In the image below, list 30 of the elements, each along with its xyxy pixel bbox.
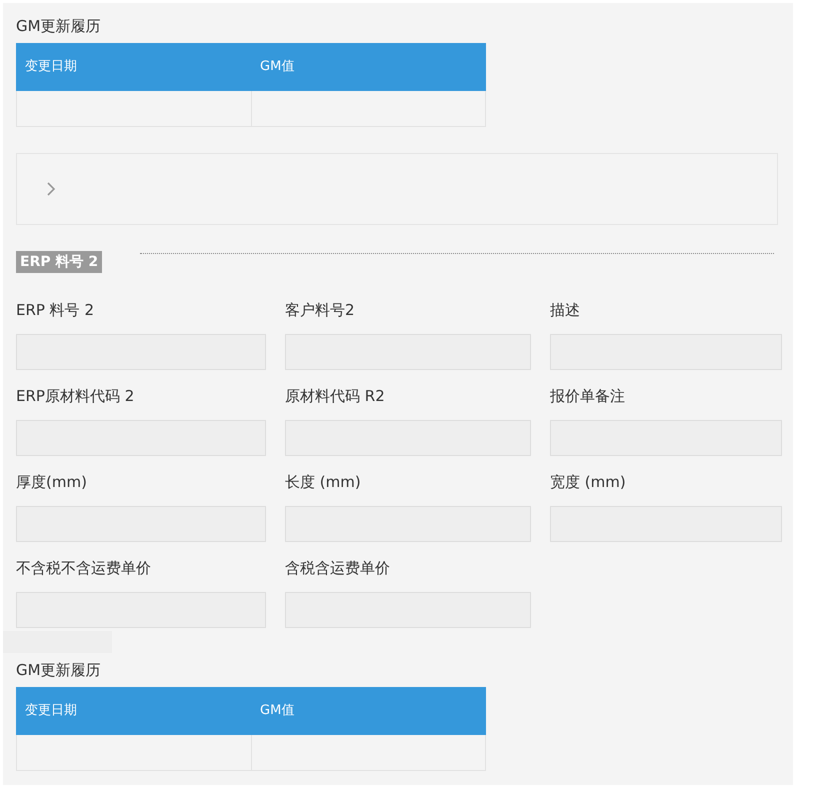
input-field[interactable] <box>16 420 266 456</box>
column-header: 变更日期 <box>24 58 78 76</box>
input-field[interactable] <box>285 334 531 370</box>
input-field[interactable] <box>285 420 531 456</box>
input-field[interactable] <box>285 506 531 542</box>
field-label: 报价单备注 <box>550 386 626 407</box>
field-label: 不含税不含运费单价 <box>16 558 152 579</box>
input-field[interactable] <box>16 334 266 370</box>
chevron-right-icon[interactable] <box>46 181 56 197</box>
input-field[interactable] <box>550 420 782 456</box>
field-label: 含税含运费单价 <box>285 558 391 579</box>
section-title: GM更新履历 <box>16 16 102 37</box>
input-field[interactable] <box>550 334 782 370</box>
section-title: GM更新履历 <box>16 660 102 681</box>
input-field[interactable] <box>16 592 266 628</box>
column-header: GM值 <box>259 58 296 76</box>
field-label: 原材料代码 R2 <box>285 386 386 407</box>
field-label: 客户料号2 <box>285 300 356 321</box>
field-label: ERP 料号 2 <box>16 300 96 321</box>
input-field[interactable] <box>550 506 782 542</box>
input-field[interactable] <box>285 592 531 628</box>
column-header: GM值 <box>259 702 296 720</box>
column-header: 变更日期 <box>24 702 78 720</box>
field-label: 长度 (mm) <box>285 472 362 493</box>
section-heading: ERP 料号 2 <box>16 251 102 273</box>
field-label: 描述 <box>550 300 581 321</box>
input-field[interactable] <box>16 506 266 542</box>
field-label: 宽度 (mm) <box>550 472 627 493</box>
field-label: 厚度(mm) <box>16 472 88 493</box>
field-label: ERP原材料代码 2 <box>16 386 136 407</box>
